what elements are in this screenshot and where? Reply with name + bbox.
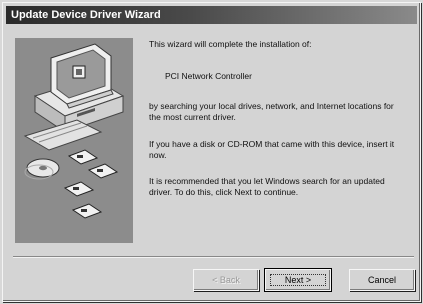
next-button[interactable]: Next > — [264, 268, 332, 292]
focus-rectangle — [270, 274, 326, 286]
title-bar[interactable]: Update Device Driver Wizard — [6, 6, 417, 24]
cancel-button[interactable]: Cancel — [349, 269, 415, 291]
wizard-window: Update Device Driver Wizard This wizard … — [2, 2, 421, 302]
disk-instruction: If you have a disk or CD-ROM that came w… — [149, 139, 395, 160]
intro-text: This wizard will complete the installati… — [149, 39, 312, 49]
floppy-disk-icon — [63, 149, 119, 219]
recommendation-text: It is recommended that you let Windows s… — [149, 176, 385, 197]
device-name: PCI Network Controller — [165, 71, 252, 81]
keyboard-icon — [23, 119, 103, 151]
search-description: by searching your local drives, network,… — [149, 101, 394, 122]
cd-disc-icon — [24, 158, 60, 180]
back-button[interactable]: < Back — [193, 269, 259, 291]
wizard-illustration — [15, 38, 133, 243]
window-title: Update Device Driver Wizard — [11, 9, 161, 21]
button-separator — [13, 256, 414, 258]
